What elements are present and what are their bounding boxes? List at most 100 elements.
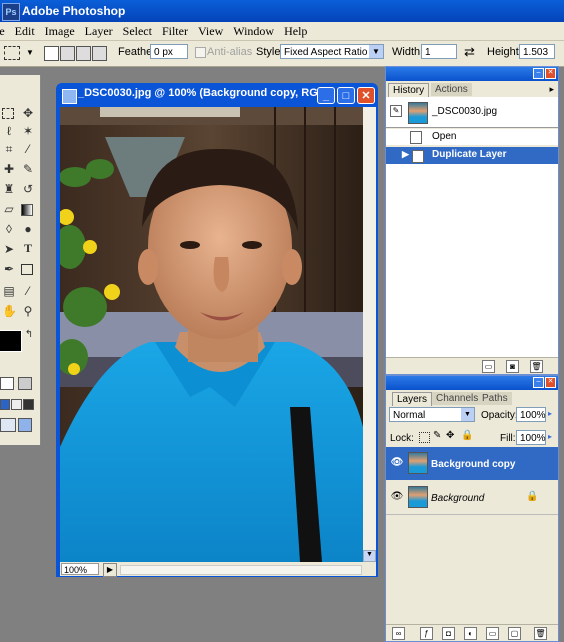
fill-slider-icon[interactable]: ▸ bbox=[548, 432, 552, 441]
history-slider-icon[interactable]: ▶ bbox=[402, 149, 409, 160]
shape-icon[interactable] bbox=[21, 264, 33, 275]
layer-row-background-copy[interactable]: 👁 Background copy bbox=[386, 447, 558, 480]
layer-mask-icon[interactable]: ◘ bbox=[442, 627, 455, 640]
blend-mode-select[interactable]: Normal ▼ bbox=[389, 407, 475, 422]
minimize-button[interactable]: _ bbox=[317, 87, 335, 104]
menu-help[interactable]: Help bbox=[279, 22, 312, 39]
zoom-icon[interactable]: ⚲ bbox=[21, 304, 35, 318]
swap-dimensions-icon[interactable]: ⇄ bbox=[464, 44, 475, 60]
panel-close-icon[interactable]: ✕ bbox=[545, 68, 556, 79]
menu-window[interactable]: Window bbox=[228, 22, 279, 39]
panel-close-icon[interactable]: ✕ bbox=[545, 377, 556, 388]
menu-edit[interactable]: Edit bbox=[10, 22, 40, 39]
hand-icon[interactable]: ✋ bbox=[2, 304, 17, 318]
imageready-icon[interactable] bbox=[18, 418, 32, 432]
close-button[interactable]: ✕ bbox=[357, 87, 375, 104]
healing-brush-icon[interactable]: ✚ bbox=[2, 162, 16, 176]
vertical-scrollbar[interactable]: ▼ bbox=[363, 107, 376, 562]
intersect-selection-icon[interactable] bbox=[92, 46, 107, 61]
pen-icon[interactable]: ✒ bbox=[2, 262, 16, 276]
swap-colors-icon[interactable]: ↰ bbox=[22, 328, 36, 342]
lock-all-icon[interactable]: 🔒 bbox=[461, 430, 473, 441]
tab-actions[interactable]: Actions bbox=[431, 83, 472, 96]
trash-icon[interactable]: 🗑 bbox=[530, 360, 543, 373]
antialias-checkbox[interactable] bbox=[195, 47, 206, 58]
horizontal-scrollbar[interactable] bbox=[120, 565, 362, 575]
history-snapshot-row[interactable]: ✎ _DSC0030.jpg bbox=[386, 97, 558, 128]
layer-name[interactable]: Background bbox=[431, 493, 484, 504]
opacity-slider-icon[interactable]: ▸ bbox=[548, 409, 552, 418]
screen-mode-standard-icon[interactable] bbox=[0, 399, 10, 410]
chevron-down-icon[interactable]: ▼ bbox=[26, 48, 34, 57]
history-brush-source-icon[interactable]: ✎ bbox=[390, 105, 402, 117]
adjustment-layer-icon[interactable]: ◐ bbox=[464, 627, 477, 640]
move-tool-icon[interactable]: ✥ bbox=[21, 106, 35, 120]
path-select-icon[interactable]: ➤ bbox=[2, 242, 16, 256]
trash-icon[interactable]: 🗑 bbox=[534, 627, 547, 640]
new-group-icon[interactable]: ▭ bbox=[486, 627, 499, 640]
add-selection-icon[interactable] bbox=[60, 46, 75, 61]
menu-view[interactable]: View bbox=[193, 22, 228, 39]
tab-channels[interactable]: Channels bbox=[432, 392, 483, 405]
menu-layer[interactable]: Layer bbox=[80, 22, 118, 39]
lock-transparency-icon[interactable] bbox=[419, 432, 430, 443]
snapshot-icon[interactable]: ◙ bbox=[506, 360, 519, 373]
panel-minimize-icon[interactable]: – bbox=[533, 377, 544, 388]
style-select[interactable]: Fixed Aspect Ratio ▼ bbox=[280, 44, 384, 59]
link-layers-icon[interactable]: ∞ bbox=[392, 627, 405, 640]
menu-filter[interactable]: Filter bbox=[157, 22, 193, 39]
quick-mask-icon[interactable] bbox=[18, 377, 32, 390]
layer-name[interactable]: Background copy bbox=[431, 459, 515, 470]
menu-image[interactable]: Image bbox=[40, 22, 80, 39]
feather-field[interactable]: 0 px bbox=[150, 44, 188, 59]
lasso-icon[interactable]: ℓ bbox=[2, 124, 16, 138]
layer-style-icon[interactable]: ƒ bbox=[420, 627, 433, 640]
slice-icon[interactable]: ⁄ bbox=[21, 142, 35, 156]
status-menu-icon[interactable]: ▶ bbox=[103, 563, 117, 577]
chevron-down-icon[interactable]: ▼ bbox=[461, 408, 474, 421]
menu-select[interactable]: Select bbox=[118, 22, 157, 39]
lock-position-icon[interactable]: ✥ bbox=[446, 430, 454, 441]
zoom-field[interactable]: 100% bbox=[61, 563, 99, 575]
stamp-icon[interactable]: ♜ bbox=[2, 182, 16, 196]
history-brush-icon[interactable]: ↺ bbox=[21, 182, 35, 196]
type-tool-icon[interactable]: T bbox=[21, 241, 35, 255]
scroll-down-arrow[interactable]: ▼ bbox=[363, 550, 376, 562]
history-state-duplicate-layer[interactable]: ▶ Duplicate Layer bbox=[386, 147, 558, 164]
history-state-open[interactable]: Open bbox=[386, 129, 558, 145]
notes-icon[interactable]: ▤ bbox=[2, 284, 16, 298]
new-document-icon[interactable]: ▭ bbox=[482, 360, 495, 373]
tab-history[interactable]: History bbox=[388, 83, 430, 97]
jump-to-imageready-icon[interactable] bbox=[0, 418, 16, 432]
eyedropper-icon[interactable]: ⁄ bbox=[21, 284, 35, 298]
opacity-field[interactable]: 100% bbox=[516, 407, 546, 422]
magic-wand-icon[interactable]: ✶ bbox=[21, 124, 35, 138]
visibility-eye-icon[interactable]: 👁 bbox=[390, 458, 404, 468]
gradient-icon[interactable] bbox=[21, 204, 33, 216]
width-field[interactable]: 1 bbox=[421, 44, 457, 59]
standard-mode-icon[interactable] bbox=[0, 377, 14, 390]
dodge-icon[interactable]: ● bbox=[21, 222, 35, 236]
crop-icon[interactable]: ⌗ bbox=[2, 142, 16, 156]
tab-paths[interactable]: Paths bbox=[478, 392, 512, 405]
screen-mode-full-icon[interactable] bbox=[23, 399, 34, 410]
maximize-button[interactable]: □ bbox=[337, 87, 355, 104]
brush-icon[interactable]: ✎ bbox=[21, 162, 35, 176]
fill-field[interactable]: 100% bbox=[516, 430, 546, 445]
chevron-down-icon[interactable]: ▼ bbox=[369, 45, 383, 58]
lock-pixels-icon[interactable]: ✎ bbox=[433, 430, 441, 441]
menu-file[interactable]: le bbox=[0, 22, 10, 39]
layer-row-background[interactable]: 👁 Background 🔒 bbox=[386, 481, 558, 515]
visibility-eye-icon[interactable]: 👁 bbox=[390, 492, 404, 502]
new-selection-icon[interactable] bbox=[44, 46, 59, 61]
subtract-selection-icon[interactable] bbox=[76, 46, 91, 61]
new-layer-icon[interactable]: ▢ bbox=[508, 627, 521, 640]
panel-menu-icon[interactable]: ▸ bbox=[549, 84, 554, 95]
screen-mode-menu-icon[interactable] bbox=[11, 399, 22, 410]
eraser-icon[interactable]: ▱ bbox=[2, 202, 16, 216]
document-canvas[interactable] bbox=[60, 107, 363, 562]
foreground-color-swatch[interactable] bbox=[0, 330, 22, 352]
height-field[interactable]: 1.503 bbox=[519, 44, 555, 59]
panel-minimize-icon[interactable]: – bbox=[533, 68, 544, 79]
rect-marquee-icon[interactable] bbox=[2, 108, 14, 119]
